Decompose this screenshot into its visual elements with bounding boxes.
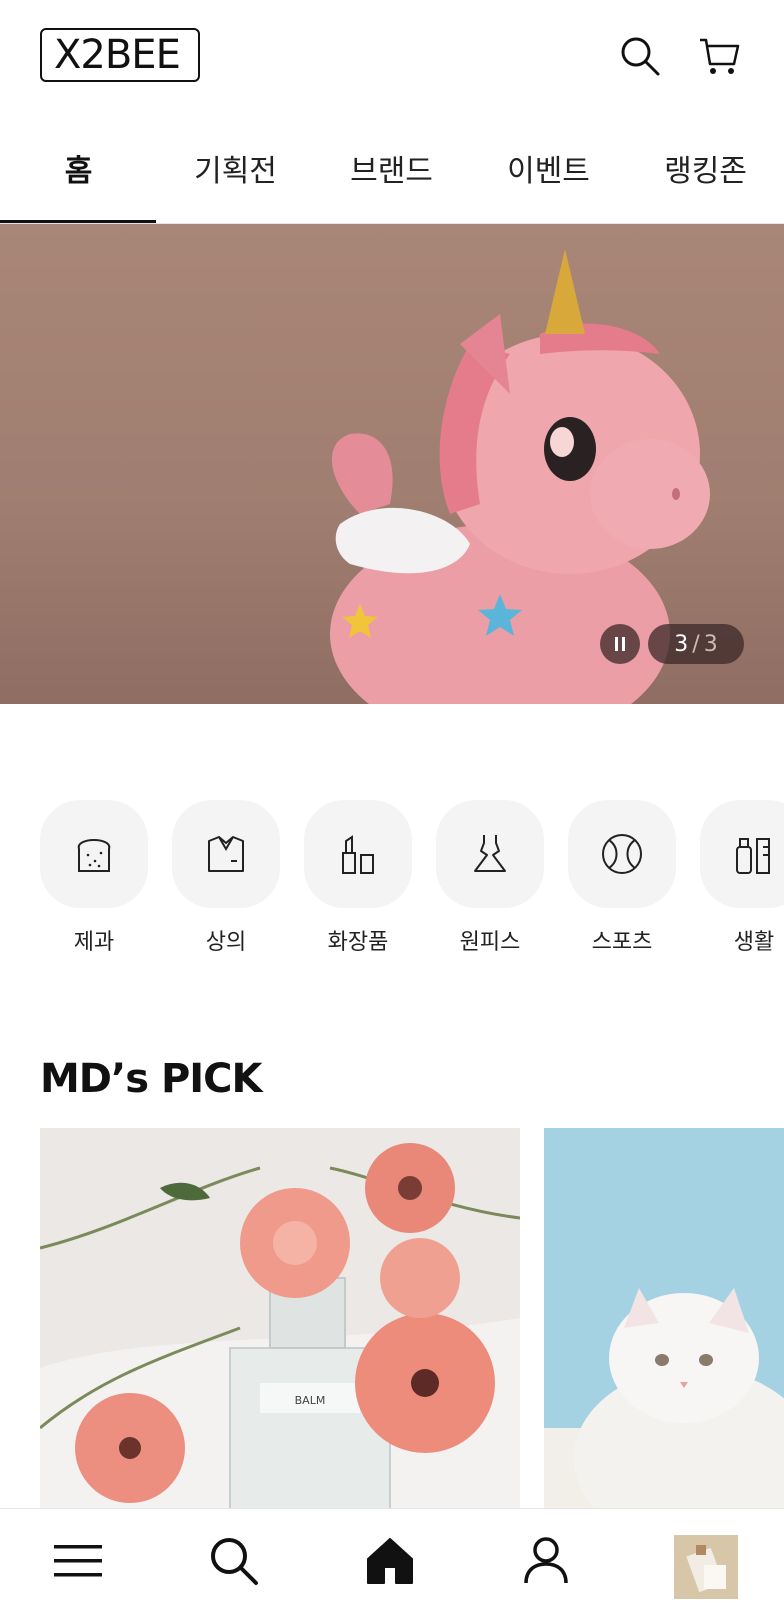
tab-ranking[interactable]: 랭킹존 (627, 112, 784, 224)
search-icon[interactable] (202, 1529, 266, 1593)
category-label: 원피스 (459, 930, 521, 955)
household-icon (736, 838, 770, 874)
category-item-tops[interactable]: 상의 (172, 800, 280, 960)
user-icon[interactable] (514, 1529, 578, 1593)
pause-button[interactable] (600, 624, 640, 664)
category-label: 화장품 (327, 930, 389, 955)
slide-separator: / (692, 631, 700, 657)
header: X2BEE (0, 0, 784, 112)
category-list: 제과 상의 화장품 원피스 스포츠 생활 (40, 800, 784, 960)
pause-icon (615, 637, 625, 651)
tab-brand[interactable]: 브랜드 (313, 112, 470, 224)
main-tabs: 홈 기획전 브랜드 이벤트 랭킹존 (0, 112, 784, 224)
bottom-navigation (0, 1508, 784, 1622)
category-icon-bg (568, 800, 676, 908)
shirt-icon (208, 836, 244, 872)
home-icon[interactable] (358, 1529, 422, 1593)
md-pick-product-cat[interactable] (544, 1128, 784, 1508)
slide-current: 3 (674, 631, 689, 657)
category-icon-bg (700, 800, 784, 908)
category-label: 상의 (205, 930, 247, 955)
cat-image (544, 1128, 784, 1508)
cart-icon[interactable] (698, 34, 742, 78)
tab-event[interactable]: 이벤트 (470, 112, 627, 224)
dress-icon (474, 835, 506, 872)
section-title: MD’s PICK (40, 1056, 262, 1102)
cosmetics-icon (342, 835, 374, 874)
category-item-bakery[interactable]: 제과 (40, 800, 148, 960)
ball-icon (602, 834, 642, 874)
category-label: 생활 (733, 930, 775, 955)
logo[interactable]: X2BEE (40, 28, 202, 84)
category-label: 스포츠 (591, 930, 653, 955)
tab-exhibitions[interactable]: 기획전 (157, 112, 314, 224)
category-item-sports[interactable]: 스포츠 (568, 800, 676, 960)
category-item-cosmetics[interactable]: 화장품 (304, 800, 412, 960)
menu-icon[interactable] (46, 1529, 110, 1593)
category-icon-bg (436, 800, 544, 908)
slide-total: 3 (703, 631, 718, 657)
category-item-dress[interactable]: 원피스 (436, 800, 544, 960)
perfume-label: BALM (295, 1394, 326, 1407)
recent-product-thumbnail[interactable] (674, 1535, 738, 1599)
search-icon[interactable] (618, 34, 662, 78)
perfume-image: BALM (40, 1128, 520, 1508)
slide-counter: 3 / 3 (648, 624, 744, 664)
logo-text: X2BEE (54, 32, 181, 78)
category-item-household[interactable]: 생활 (700, 800, 784, 960)
category-label: 제과 (73, 930, 115, 955)
active-tab-indicator (0, 220, 156, 223)
bread-icon (77, 839, 111, 872)
category-icon-bg (304, 800, 412, 908)
category-icon-bg (172, 800, 280, 908)
category-icon-bg (40, 800, 148, 908)
recent-product-image (674, 1535, 738, 1599)
tab-home[interactable]: 홈 (0, 112, 157, 224)
md-pick-product-perfume[interactable]: BALM (40, 1128, 520, 1508)
